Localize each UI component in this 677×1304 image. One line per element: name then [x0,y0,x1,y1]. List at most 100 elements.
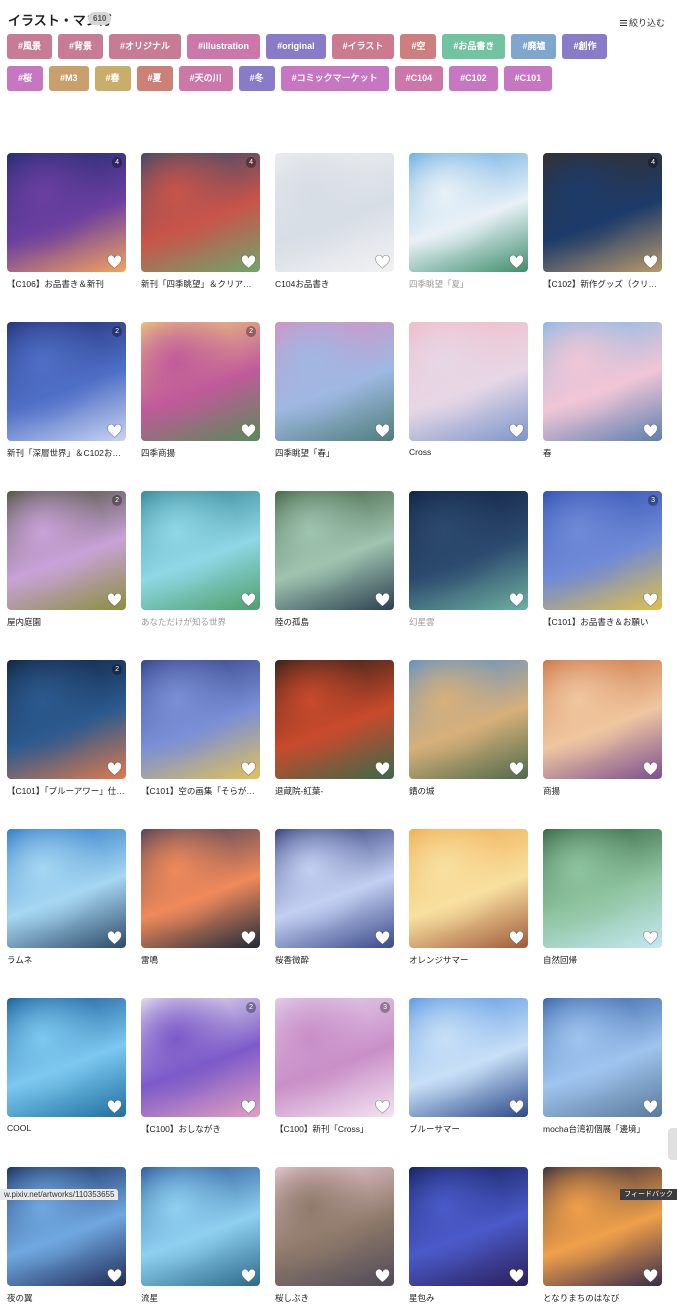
artwork-card[interactable]: C104お品書き [275,153,394,290]
artwork-title[interactable]: あなただけが知る世界 [141,616,260,628]
artwork-card[interactable]: 2 新刊「深層世界」＆C102お品… [7,322,126,459]
bookmark-heart-icon[interactable] [241,930,256,945]
tag-chip[interactable]: #illustration [187,34,261,59]
artwork-title[interactable]: 陸の孤島 [275,616,394,628]
tag-chip[interactable]: #オリジナル [109,34,182,59]
artwork-title[interactable]: 春 [543,447,662,459]
bookmark-heart-icon[interactable] [375,254,390,269]
artwork-title[interactable]: C104お品書き [275,278,394,290]
artwork-card[interactable]: 夜の翼 [7,1167,126,1304]
bookmark-heart-icon[interactable] [241,423,256,438]
artwork-card[interactable]: となりまちのはなび [543,1167,662,1304]
artwork-thumbnail[interactable] [409,829,528,948]
tag-chip[interactable]: #C101 [503,66,553,91]
bookmark-heart-icon[interactable] [509,592,524,607]
artwork-title[interactable]: 錆の城 [409,785,528,797]
artwork-title[interactable]: 【C100】新刊「Cross」 [275,1123,394,1135]
tag-chip[interactable]: #コミックマーケット [280,66,389,91]
artwork-thumbnail[interactable] [409,322,528,441]
artwork-card[interactable]: Cross [409,322,528,459]
bookmark-heart-icon[interactable] [643,930,658,945]
bookmark-heart-icon[interactable] [107,592,122,607]
bookmark-heart-icon[interactable] [643,423,658,438]
tag-chip[interactable]: #創作 [562,34,608,59]
artwork-card[interactable]: 3 【C101】お品書き＆お願い [543,491,662,628]
artwork-title[interactable]: ラムネ [7,954,126,966]
artwork-thumbnail[interactable]: 4 [543,153,662,272]
artwork-thumbnail[interactable] [141,829,260,948]
artwork-title[interactable]: mocha台湾初個展「邊境」 [543,1123,662,1135]
artwork-title[interactable]: COOL [7,1123,126,1133]
tag-chip[interactable]: #C104 [394,66,444,91]
artwork-thumbnail[interactable] [409,1167,528,1286]
artwork-title[interactable]: 流星 [141,1292,260,1304]
artwork-card[interactable]: 桜しぶき [275,1167,394,1304]
bookmark-heart-icon[interactable] [509,423,524,438]
bookmark-heart-icon[interactable] [241,1268,256,1283]
artwork-card[interactable]: 陸の孤島 [275,491,394,628]
bookmark-heart-icon[interactable] [107,254,122,269]
artwork-card[interactable]: 4 新刊「四季眺望」＆クリアファ… [141,153,260,290]
artwork-thumbnail[interactable]: 2 [7,660,126,779]
artwork-card[interactable]: 4 【C102】新作グッズ（クリアファ… [543,153,662,290]
artwork-card[interactable]: 桜香微酔 [275,829,394,966]
artwork-title[interactable]: 幻星雲 [409,616,528,628]
artwork-title[interactable]: 商揚 [543,785,662,797]
artwork-thumbnail[interactable] [7,1167,126,1286]
bookmark-heart-icon[interactable] [107,1099,122,1114]
bookmark-heart-icon[interactable] [241,761,256,776]
bookmark-heart-icon[interactable] [107,930,122,945]
artwork-thumbnail[interactable] [141,660,260,779]
artwork-thumbnail[interactable] [409,153,528,272]
bookmark-heart-icon[interactable] [509,1099,524,1114]
bookmark-heart-icon[interactable] [375,1268,390,1283]
artwork-card[interactable]: COOL [7,998,126,1135]
artwork-title[interactable]: 【C106】お品書き＆新刊 [7,278,126,290]
bookmark-heart-icon[interactable] [643,1268,658,1283]
bookmark-heart-icon[interactable] [107,423,122,438]
artwork-card[interactable]: 3 【C100】新刊「Cross」 [275,998,394,1135]
artwork-thumbnail[interactable] [543,660,662,779]
tag-chip[interactable]: #イラスト [331,34,395,59]
bookmark-heart-icon[interactable] [509,254,524,269]
artwork-title[interactable]: 新刊「四季眺望」＆クリアファ… [141,278,260,290]
artwork-thumbnail[interactable]: 4 [7,153,126,272]
artwork-title[interactable]: 雷鳴 [141,954,260,966]
tag-chip[interactable]: #空 [400,34,437,59]
artwork-thumbnail[interactable] [543,998,662,1117]
bookmark-heart-icon[interactable] [643,254,658,269]
artwork-title[interactable]: 四季商揚 [141,447,260,459]
bookmark-heart-icon[interactable] [107,1268,122,1283]
tag-chip[interactable]: #桜 [7,66,44,91]
artwork-card[interactable]: 退蔵院-紅葉- [275,660,394,797]
artwork-title[interactable]: 【C101】お品書き＆お願い [543,616,662,628]
artwork-thumbnail[interactable] [7,998,126,1117]
artwork-title[interactable]: 【C100】おしながき [141,1123,260,1135]
artwork-card[interactable]: 2 屋内庭園 [7,491,126,628]
artwork-card[interactable]: 自然回帰 [543,829,662,966]
tag-chip[interactable]: #original [266,34,326,59]
artwork-thumbnail[interactable]: 2 [141,322,260,441]
artwork-card[interactable]: 四季眺望「夏」 [409,153,528,290]
tag-chip[interactable]: #廃墟 [511,34,557,59]
bookmark-heart-icon[interactable] [509,761,524,776]
artwork-thumbnail[interactable]: 2 [7,491,126,610]
artwork-title[interactable]: 星包み [409,1292,528,1304]
bookmark-heart-icon[interactable] [241,1099,256,1114]
bookmark-heart-icon[interactable] [375,761,390,776]
artwork-card[interactable]: オレンジサマー [409,829,528,966]
artwork-title[interactable]: 夜の翼 [7,1292,126,1304]
artwork-thumbnail[interactable] [275,1167,394,1286]
bookmark-heart-icon[interactable] [375,592,390,607]
artwork-title[interactable]: 【C101】空の画集「そらがたり」 [141,785,260,797]
artwork-title[interactable]: 四季眺望「春」 [275,447,394,459]
scroll-to-top-tab[interactable] [668,1128,677,1160]
artwork-card[interactable]: 雷鳴 [141,829,260,966]
artwork-title[interactable]: 桜しぶき [275,1292,394,1304]
artwork-title[interactable]: 自然回帰 [543,954,662,966]
artwork-thumbnail[interactable] [275,491,394,610]
artwork-title[interactable]: 【C102】新作グッズ（クリアファ… [543,278,662,290]
bookmark-heart-icon[interactable] [643,592,658,607]
artwork-title[interactable]: 四季眺望「夏」 [409,278,528,290]
artwork-thumbnail[interactable]: 4 [141,153,260,272]
